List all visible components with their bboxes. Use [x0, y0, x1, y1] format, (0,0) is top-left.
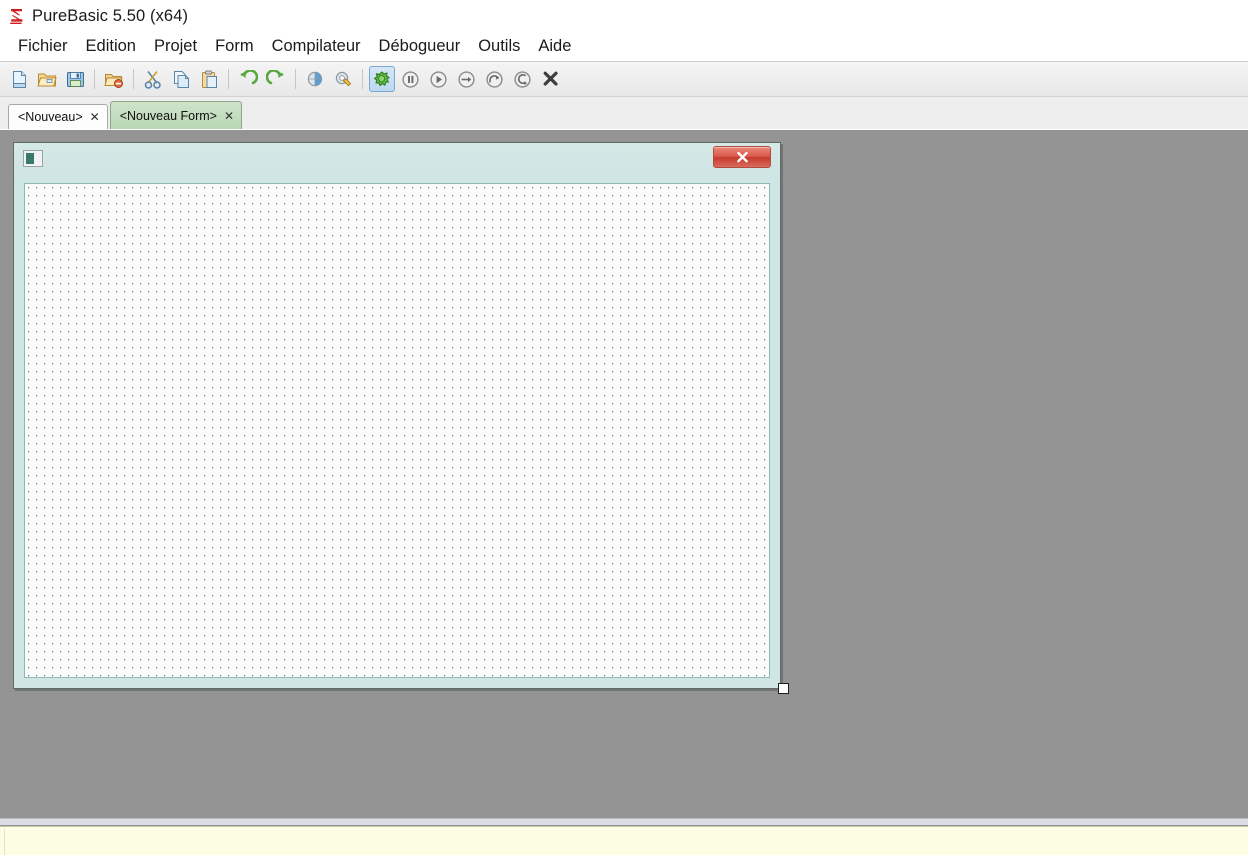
- tab-label: <Nouveau Form>: [119, 108, 217, 123]
- purebasic-logo-icon: [6, 5, 26, 27]
- panel-splitter[interactable]: [0, 818, 1248, 826]
- menubar: Fichier Edition Projet Form Compilateur …: [0, 32, 1248, 62]
- form-preview-window[interactable]: [13, 142, 781, 689]
- output-panel-text[interactable]: [4, 829, 1244, 855]
- menu-projet[interactable]: Projet: [145, 35, 206, 59]
- form-titlebar[interactable]: [14, 143, 780, 179]
- compile-globe-icon[interactable]: [302, 66, 328, 92]
- undo-arrow-icon[interactable]: [235, 66, 261, 92]
- toolbar-separator: [295, 69, 296, 89]
- menu-compilateur[interactable]: Compilateur: [263, 35, 370, 59]
- toolbar-separator: [228, 69, 229, 89]
- step-into-icon[interactable]: [453, 66, 479, 92]
- pause-icon[interactable]: [397, 66, 423, 92]
- build-gear-icon[interactable]: [330, 66, 356, 92]
- tab-nouveau[interactable]: <Nouveau> ✕: [8, 104, 108, 129]
- toolbar-separator: [94, 69, 95, 89]
- output-panel: [0, 826, 1248, 855]
- resize-handle-bottom-right[interactable]: [778, 683, 789, 694]
- form-close-button[interactable]: [713, 146, 771, 168]
- step-over-icon[interactable]: [481, 66, 507, 92]
- stop-x-icon[interactable]: [537, 66, 563, 92]
- menu-aide[interactable]: Aide: [529, 35, 580, 59]
- menu-edition[interactable]: Edition: [77, 35, 145, 59]
- toolbar: [0, 62, 1248, 97]
- open-folder-icon[interactable]: [34, 66, 60, 92]
- application-title: PureBasic 5.50 (x64): [32, 6, 189, 25]
- redo-arrow-icon[interactable]: [263, 66, 289, 92]
- tab-label: <Nouveau>: [18, 110, 83, 124]
- run-play-icon[interactable]: [425, 66, 451, 92]
- menu-outils[interactable]: Outils: [469, 35, 529, 59]
- menu-form[interactable]: Form: [206, 35, 263, 59]
- cut-scissors-icon[interactable]: [140, 66, 166, 92]
- form-design-area[interactable]: [0, 130, 1248, 818]
- menu-debogueur[interactable]: Débogueur: [370, 35, 470, 59]
- toolbar-separator: [133, 69, 134, 89]
- close-icon[interactable]: ✕: [224, 110, 234, 122]
- menu-fichier[interactable]: Fichier: [9, 35, 77, 59]
- tab-nouveau-form[interactable]: <Nouveau Form> ✕: [109, 101, 243, 129]
- close-file-icon[interactable]: [101, 66, 127, 92]
- new-file-icon[interactable]: [6, 66, 32, 92]
- copy-pages-icon[interactable]: [168, 66, 194, 92]
- form-window-icon: [23, 150, 43, 167]
- save-disk-icon[interactable]: [62, 66, 88, 92]
- close-x-icon: [736, 151, 748, 162]
- paste-clipboard-icon[interactable]: [196, 66, 222, 92]
- form-grid-canvas[interactable]: [24, 183, 770, 678]
- application-titlebar: PureBasic 5.50 (x64): [0, 0, 1248, 32]
- debug-bug-icon[interactable]: [369, 66, 395, 92]
- editor-tabbar: <Nouveau> ✕ <Nouveau Form> ✕: [0, 97, 1248, 129]
- toolbar-separator: [362, 69, 363, 89]
- close-icon[interactable]: ✕: [90, 111, 100, 123]
- step-out-icon[interactable]: [509, 66, 535, 92]
